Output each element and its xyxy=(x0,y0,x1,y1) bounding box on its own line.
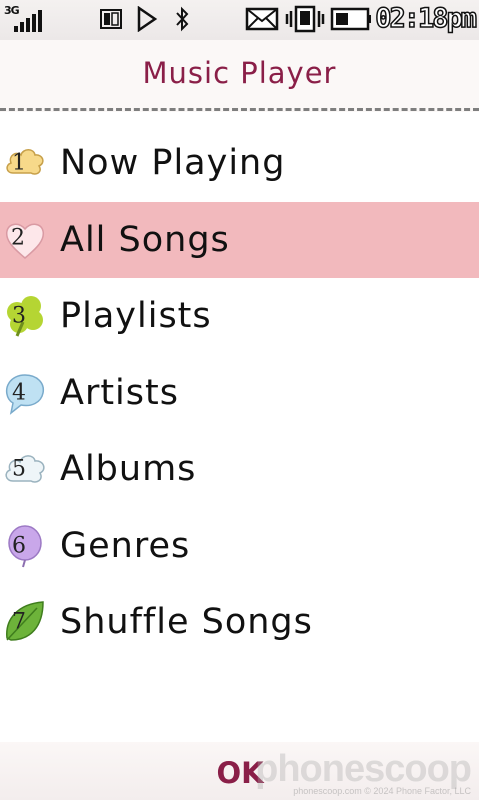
menu-item-number: 6 xyxy=(12,533,26,559)
menu-item-all-songs[interactable]: 2 All Songs xyxy=(0,201,479,278)
menu-item-label: Artists xyxy=(60,372,179,413)
menu-item-playlists[interactable]: 3 Playlists xyxy=(0,278,479,355)
signal-icon: 3G xyxy=(4,4,60,34)
menu-item-number: 4 xyxy=(12,380,26,406)
menu-item-label: Now Playing xyxy=(60,143,286,184)
menu-item-albums[interactable]: 5 Albums xyxy=(0,431,479,508)
clock-time: 02:18pm xyxy=(374,2,477,35)
music-menu-list: 1 Now Playing 2 All Songs 3 Playlists 4 … xyxy=(0,125,479,661)
menu-item-now-playing[interactable]: 1 Now Playing xyxy=(0,125,479,202)
menu-item-label: All Songs xyxy=(60,219,230,260)
menu-item-label: Shuffle Songs xyxy=(60,602,313,643)
header-divider xyxy=(0,108,479,111)
softkey-bar: OK phonescoop phonescoop.com © 2024 Phon… xyxy=(0,742,479,800)
menu-item-number: 2 xyxy=(11,225,25,251)
envelope-icon xyxy=(244,4,280,34)
menu-item-number: 3 xyxy=(12,303,26,329)
menu-item-label: Genres xyxy=(60,525,191,566)
menu-item-number: 7 xyxy=(12,609,26,635)
watermark: phonescoop phonescoop.com © 2024 Phone F… xyxy=(255,748,472,796)
watermark-copyright: © 2024 Phone Factor, LLC xyxy=(364,786,471,796)
menu-item-label: Playlists xyxy=(60,296,212,337)
menu-item-shuffle-songs[interactable]: 7 Shuffle Songs xyxy=(0,584,479,661)
vibrate-icon xyxy=(284,4,326,34)
heart-icon xyxy=(3,218,47,262)
app-header: Music Player xyxy=(0,40,479,112)
status-bar: 3G 02:18pm xyxy=(0,0,479,40)
menu-item-number: 1 xyxy=(12,150,26,176)
menu-item-artists[interactable]: 4 Artists xyxy=(0,355,479,432)
watermark-url: phonescoop.com xyxy=(293,786,362,796)
battery-icon xyxy=(330,4,372,34)
page-title: Music Player xyxy=(142,56,337,90)
sim-icon xyxy=(96,4,128,34)
menu-item-number: 5 xyxy=(12,456,26,482)
play-icon xyxy=(134,4,160,34)
menu-item-label: Albums xyxy=(60,449,197,490)
watermark-brand: phonescoop xyxy=(255,748,472,790)
bluetooth-icon xyxy=(170,4,194,34)
menu-item-genres[interactable]: 6 Genres xyxy=(0,508,479,585)
